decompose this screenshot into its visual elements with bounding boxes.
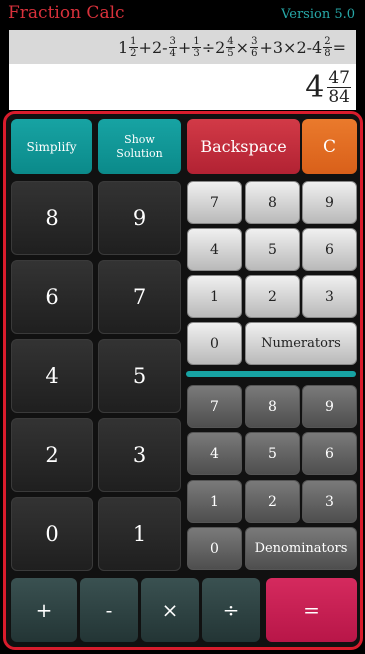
numerator-digit-1[interactable]: 1 xyxy=(187,275,242,318)
subtract-button[interactable]: - xyxy=(80,578,138,642)
separator-bar xyxy=(186,371,356,377)
backspace-button[interactable]: Backspace xyxy=(187,119,300,174)
expression-fraction: 45 xyxy=(226,35,235,59)
numerator-digit-6[interactable]: 6 xyxy=(302,228,357,271)
denominator-digit-4[interactable]: 4 xyxy=(187,432,242,475)
denominator-digit-8[interactable]: 8 xyxy=(245,385,300,428)
whole-digit-5[interactable]: 5 xyxy=(98,339,181,413)
numerator-digit-5[interactable]: 5 xyxy=(245,228,300,271)
numerator-digit-3[interactable]: 3 xyxy=(302,275,357,318)
whole-digit-0[interactable]: 0 xyxy=(11,497,93,571)
denominator-digit-3[interactable]: 3 xyxy=(302,480,357,523)
numerator-digit-9[interactable]: 9 xyxy=(302,181,357,224)
expression-denominator: 5 xyxy=(227,47,234,59)
result-numerator: 47 xyxy=(327,67,351,88)
expression-operator: +2- xyxy=(138,37,168,57)
whole-digit-4[interactable]: 4 xyxy=(11,339,93,413)
add-button[interactable]: + xyxy=(11,578,77,642)
whole-digit-6[interactable]: 6 xyxy=(11,260,93,334)
denominator-digit-6[interactable]: 6 xyxy=(302,432,357,475)
denominator-digit-1[interactable]: 1 xyxy=(187,480,242,523)
expression-numerator: 3 xyxy=(250,35,259,48)
result-whole: 4 xyxy=(305,69,325,105)
expression-numerator: 4 xyxy=(226,35,235,48)
show-solution-button[interactable]: Show Solution xyxy=(98,119,181,174)
expression-operator: = xyxy=(332,37,346,57)
app-title: Fraction Calc xyxy=(8,3,125,23)
numerator-digit-8[interactable]: 8 xyxy=(245,181,300,224)
denominator-digit-9[interactable]: 9 xyxy=(302,385,357,428)
denominator-digit-2[interactable]: 2 xyxy=(245,480,300,523)
denominators-button[interactable]: Denominators xyxy=(245,527,357,570)
expression-fraction: 13 xyxy=(192,35,201,59)
numerator-digit-0[interactable]: 0 xyxy=(187,322,242,365)
keypad: Simplify Show Solution Backspace C 8 9 6… xyxy=(3,111,363,650)
expression-denominator: 8 xyxy=(324,47,331,59)
denominator-digit-0[interactable]: 0 xyxy=(187,527,242,570)
expression-operator: +3×2-4 xyxy=(259,37,323,57)
expression-denominator: 4 xyxy=(169,47,176,59)
equals-button[interactable]: = xyxy=(266,578,357,642)
expression-operator: ÷2 xyxy=(201,37,226,57)
expression-numerator: 2 xyxy=(323,35,332,48)
simplify-button[interactable]: Simplify xyxy=(11,119,92,174)
expression-numerator: 3 xyxy=(168,35,177,48)
whole-digit-1[interactable]: 1 xyxy=(98,497,181,571)
divide-button[interactable]: ÷ xyxy=(202,578,260,642)
numerators-button[interactable]: Numerators xyxy=(245,322,357,365)
whole-digit-7[interactable]: 7 xyxy=(98,260,181,334)
numerator-digit-4[interactable]: 4 xyxy=(187,228,242,271)
expression-numerator: 1 xyxy=(192,35,201,48)
expression-denominator: 2 xyxy=(130,47,137,59)
whole-digit-2[interactable]: 2 xyxy=(11,418,93,492)
multiply-button[interactable]: × xyxy=(141,578,199,642)
denominator-digit-7[interactable]: 7 xyxy=(187,385,242,428)
denominator-digit-5[interactable]: 5 xyxy=(245,432,300,475)
expression-numerator: 1 xyxy=(129,35,138,48)
version-label: Version 5.0 xyxy=(281,7,355,22)
result-fraction: 47 84 xyxy=(327,69,351,106)
clear-button[interactable]: C xyxy=(302,119,357,174)
expression-operator: + xyxy=(177,37,192,57)
expression-fraction: 36 xyxy=(250,35,259,59)
expression-denominator: 6 xyxy=(251,47,258,59)
expression-display: 1 1 2 +2- 3 4 +1 3 ÷2 4 5 × 3 6 +3×2-4 2 8 = xyxy=(9,30,356,64)
expression-operator: × xyxy=(235,37,250,57)
expression-whole: 1 xyxy=(117,37,129,57)
numerator-digit-2[interactable]: 2 xyxy=(245,275,300,318)
result-display: 4 47 84 xyxy=(9,64,356,110)
numerator-digit-7[interactable]: 7 xyxy=(187,181,242,224)
expression-fraction: 28 xyxy=(323,35,332,59)
whole-digit-3[interactable]: 3 xyxy=(98,418,181,492)
result-denominator: 84 xyxy=(328,86,350,107)
whole-digit-9[interactable]: 9 xyxy=(98,181,181,255)
expression-fraction: 34 xyxy=(168,35,177,59)
expression-fraction: 12 xyxy=(129,35,138,59)
expression-denominator: 3 xyxy=(193,47,200,59)
whole-digit-8[interactable]: 8 xyxy=(11,181,93,255)
